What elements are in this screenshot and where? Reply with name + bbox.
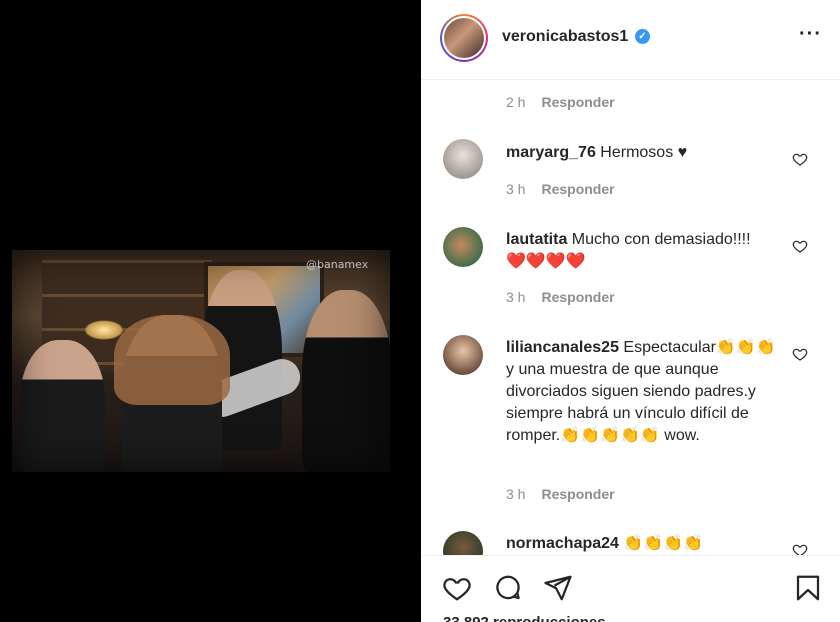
comment-like-heart-icon[interactable] [792,238,808,254]
comment-time: 3 h [506,486,526,502]
author-avatar[interactable] [440,14,488,62]
comment-username[interactable]: lautatita [506,231,567,248]
comment-avatar[interactable] [443,531,483,555]
comment-like-heart-icon[interactable] [792,346,808,362]
comment-body: 👏👏👏👏 [623,535,704,552]
author-username[interactable]: veronicabastos1 [502,28,628,46]
comment-username[interactable]: maryarg_76 [506,144,596,161]
comment-meta: 3 h Responder [506,486,615,502]
comment-body: Hermosos ♥ [600,144,688,161]
comment-icon[interactable] [493,573,523,603]
comment-text: liliancanales25 Espectacular👏👏👏y una mue… [506,337,776,447]
comment-time: 2 h [506,94,526,110]
reply-button[interactable]: Responder [541,181,614,197]
comment-meta: 3 h Responder [506,289,615,305]
video-player[interactable]: @banamex [12,250,390,472]
comment-text: maryarg_76 Hermosos ♥ [506,142,776,164]
comment-username[interactable]: liliancanales25 [506,339,619,356]
verified-badge-icon: ✓ [635,29,650,44]
comment-time: 3 h [506,289,526,305]
comment-like-heart-icon[interactable] [792,151,808,167]
comment-avatar[interactable] [443,335,483,375]
bookmark-icon[interactable] [793,573,823,603]
post-side-panel: veronicabastos1 ✓ ··· 2 h Responder marya… [421,0,840,622]
reply-button[interactable]: Responder [541,289,614,305]
comment-text: normachapa24 👏👏👏👏 [506,533,776,555]
post-media: @banamex [0,0,421,622]
comment-meta: 3 h Responder [506,181,615,197]
comment-time: 3 h [506,181,526,197]
share-icon[interactable] [543,573,573,603]
comment-emojis: ❤️❤️❤️❤️ [506,253,586,270]
post-header: veronicabastos1 ✓ ··· [421,0,840,80]
comment-meta: 2 h Responder [506,94,615,110]
comments-list[interactable]: 2 h Responder maryarg_76 Hermosos ♥ 3 h Re… [421,81,840,555]
post-actions-bar: 33.892 reproducciones [421,555,840,622]
comment-like-heart-icon[interactable] [792,542,808,555]
comment-avatar[interactable] [443,227,483,267]
comment-body: Mucho con demasiado!!!! [571,231,751,248]
comment-username[interactable]: normachapa24 [506,535,619,552]
reply-button[interactable]: Responder [541,486,614,502]
heart-icon[interactable] [442,573,472,603]
comment-text: lautatita Mucho con demasiado!!!! ❤️❤️❤️… [506,229,776,273]
view-count[interactable]: 33.892 reproducciones [443,614,606,622]
reply-button[interactable]: Responder [541,94,614,110]
comment-avatar[interactable] [443,139,483,179]
more-options-icon[interactable]: ··· [799,24,822,44]
